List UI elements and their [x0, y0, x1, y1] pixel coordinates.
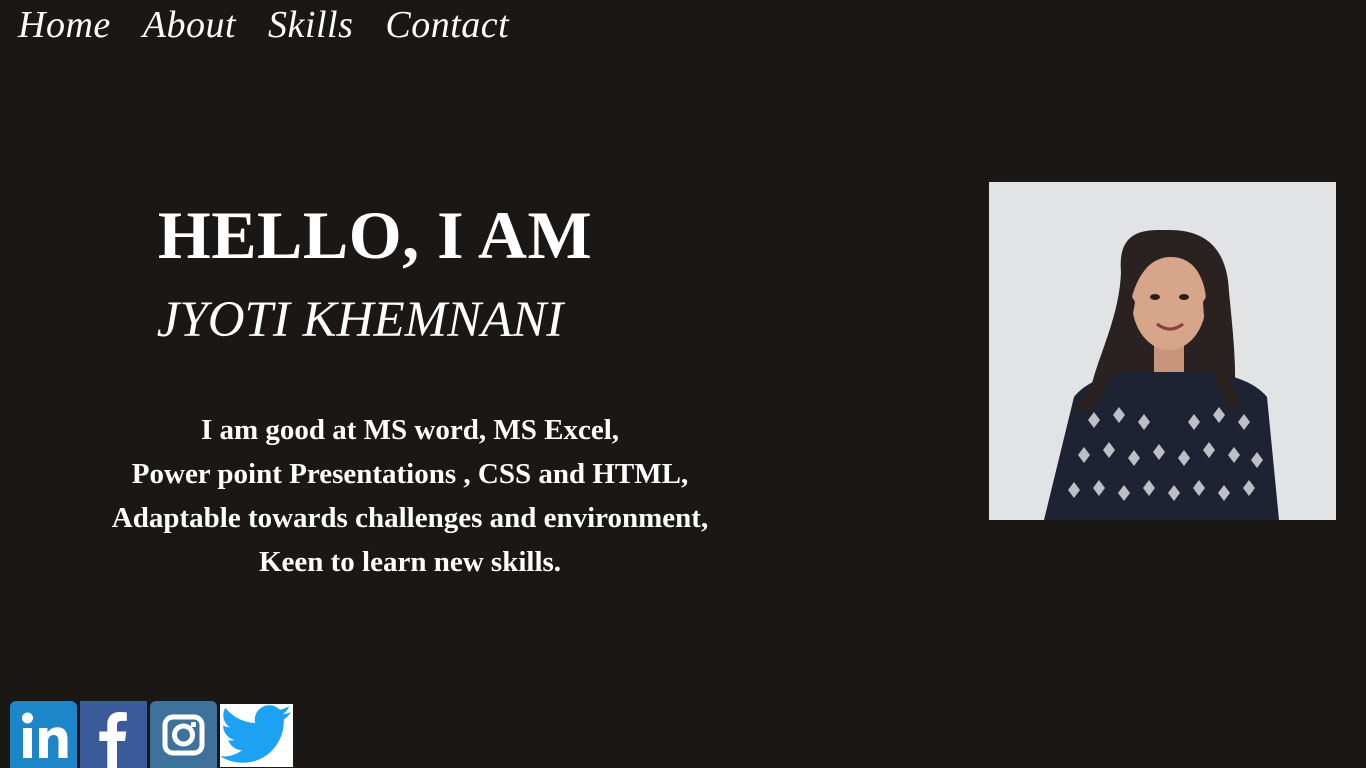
skills-line: Adaptable towards challenges and environ… [111, 502, 709, 534]
nav-skills-link[interactable]: Skills [268, 6, 353, 44]
nav-contact-link[interactable]: Contact [385, 6, 509, 44]
skills-line: Power point Presentations , CSS and HTML… [131, 458, 689, 490]
skills-summary: I am good at MS word, MS Excel, Power po… [60, 408, 760, 584]
hero-name: JYOTI KHEMNANI [156, 292, 564, 348]
twitter-icon[interactable] [220, 704, 293, 767]
social-links [10, 701, 293, 768]
profile-photo [989, 182, 1336, 520]
nav-home-link[interactable]: Home [18, 6, 111, 44]
top-nav: Home About Skills Contact [18, 0, 509, 50]
skills-line: I am good at MS word, MS Excel, [200, 414, 620, 446]
hero-greeting: HELLO, I AM [157, 197, 593, 273]
skills-line: Keen to learn new skills. [258, 546, 562, 578]
instagram-icon[interactable] [150, 701, 217, 768]
portfolio-page: Home About Skills Contact HELLO, I AM JY… [0, 0, 1366, 768]
facebook-icon[interactable] [80, 701, 147, 768]
linkedin-icon[interactable] [10, 701, 77, 768]
nav-about-link[interactable]: About [143, 6, 236, 44]
